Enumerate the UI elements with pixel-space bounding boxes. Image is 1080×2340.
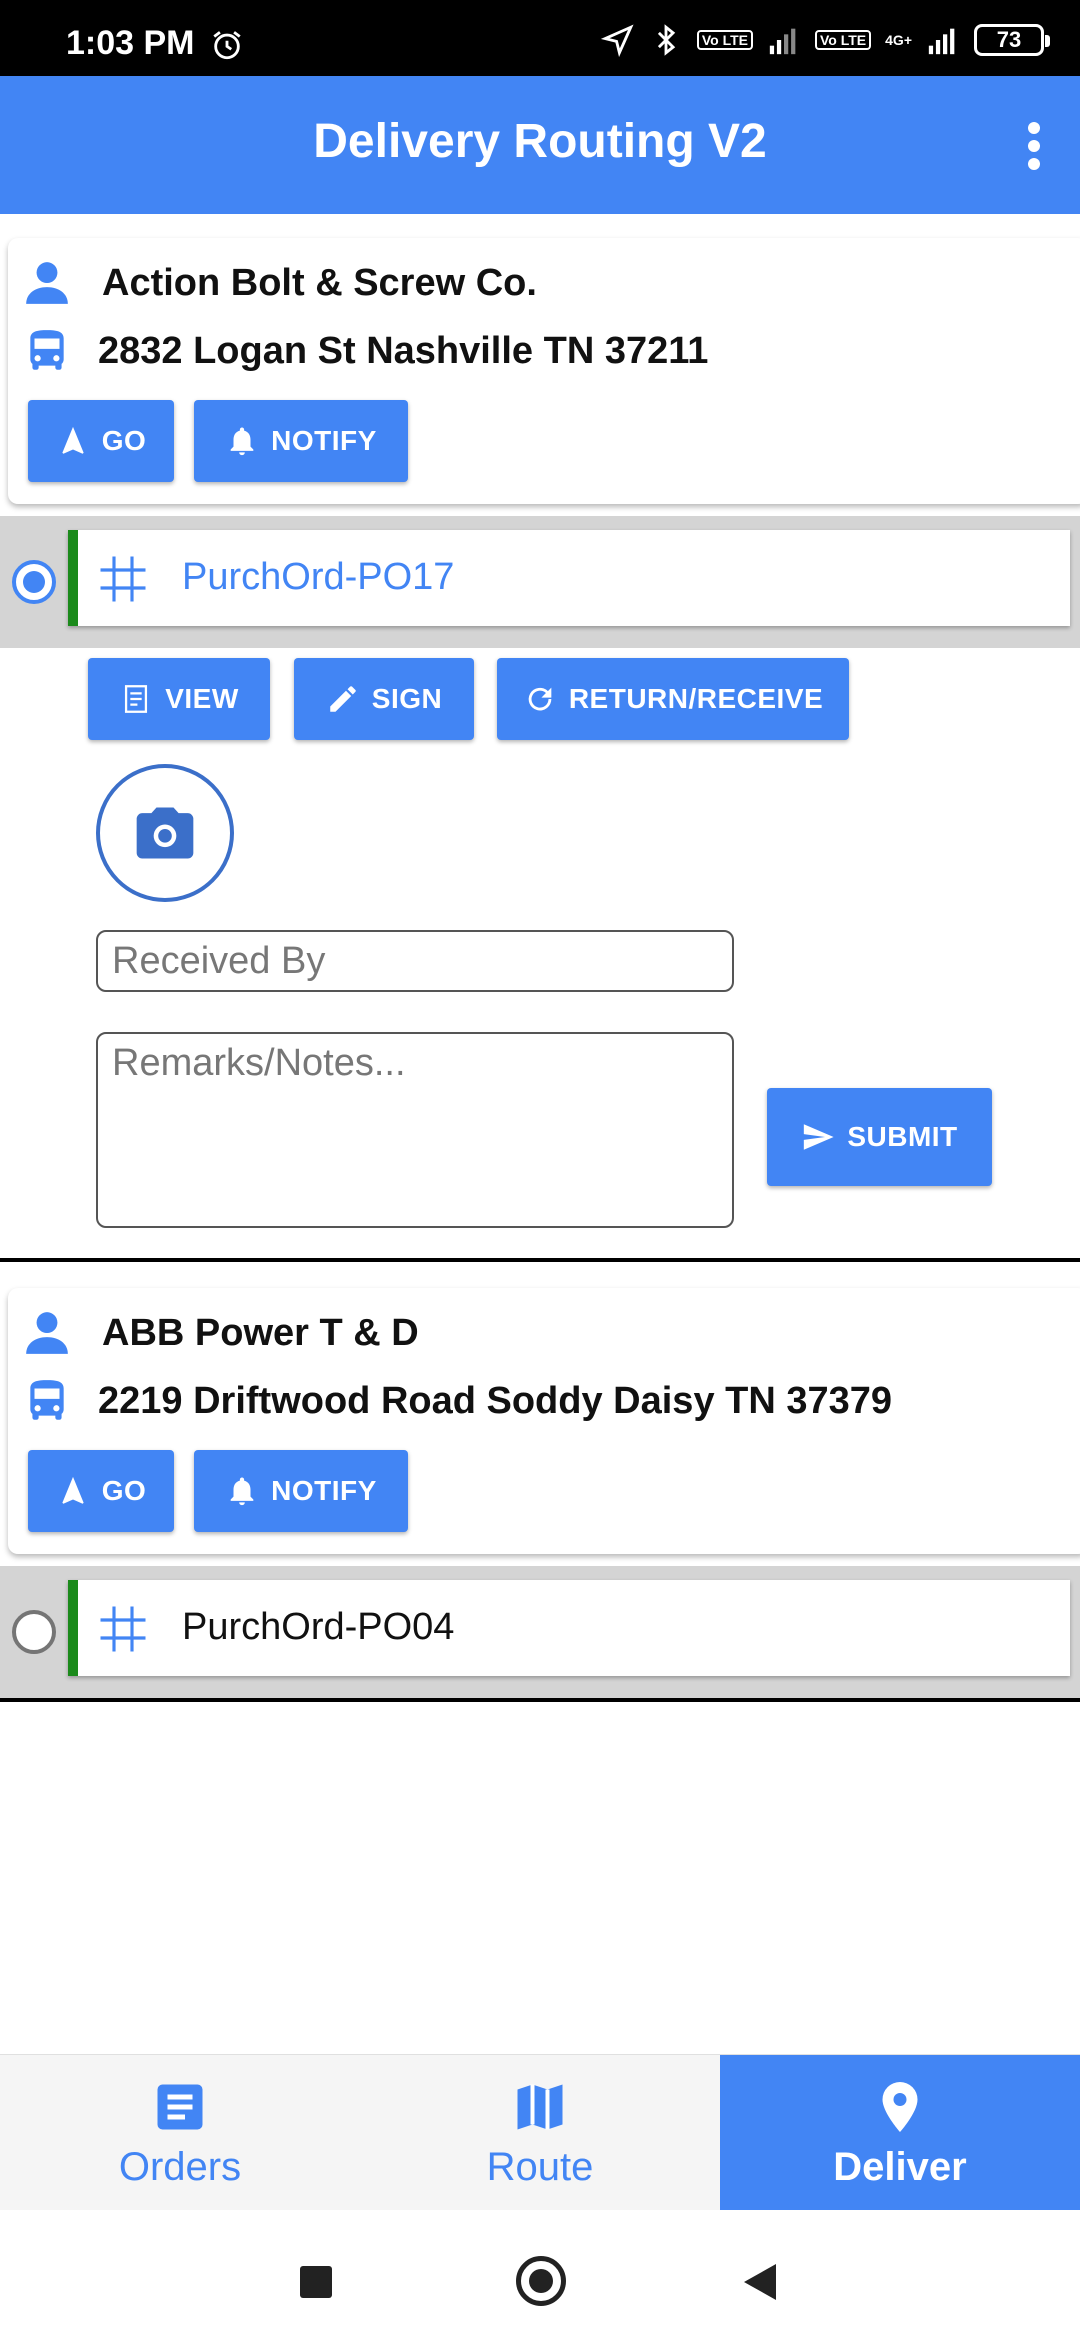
camera-icon bbox=[136, 807, 194, 859]
camera-button[interactable] bbox=[96, 764, 234, 902]
customer-address: 2832 Logan St Nashville TN 37211 bbox=[98, 329, 709, 372]
customer-address: 2219 Driftwood Road Soddy Daisy TN 37379 bbox=[98, 1379, 893, 1422]
person-icon bbox=[26, 1312, 68, 1354]
order-box[interactable]: PurchOrd-PO04 bbox=[68, 1580, 1070, 1676]
order-row[interactable]: PurchOrd-PO17 bbox=[0, 516, 1080, 648]
view-button[interactable]: VIEW bbox=[88, 658, 270, 740]
stop-divider bbox=[0, 1258, 1080, 1262]
return-receive-button[interactable]: RETURN/RECEIVE bbox=[497, 658, 849, 740]
customer-name: ABB Power T & D bbox=[102, 1311, 419, 1354]
map-icon bbox=[517, 2084, 563, 2129]
bus-icon bbox=[30, 1380, 64, 1420]
bluetooth-icon bbox=[657, 24, 676, 56]
system-nav-bar bbox=[0, 2210, 1080, 2340]
overflow-menu-icon[interactable] bbox=[1014, 116, 1054, 176]
send-icon bbox=[804, 1124, 834, 1150]
hash-icon bbox=[100, 1606, 146, 1652]
recents-icon[interactable] bbox=[300, 2266, 332, 2298]
order-box[interactable]: PurchOrd-PO17 bbox=[68, 530, 1070, 626]
refresh-icon bbox=[528, 687, 552, 711]
nav-deliver[interactable]: Deliver bbox=[720, 2055, 1080, 2211]
customer-name: Action Bolt & Screw Co. bbox=[102, 261, 537, 304]
app-bar: Delivery Routing V2 bbox=[0, 76, 1080, 214]
battery-icon: 73 bbox=[974, 24, 1050, 56]
customer-card: ABB Power T & D 2219 Driftwood Road Sodd… bbox=[8, 1288, 1080, 1554]
nav-route[interactable]: Route bbox=[360, 2055, 720, 2211]
received-by-input[interactable]: Received By bbox=[96, 930, 734, 992]
back-icon[interactable] bbox=[744, 2264, 776, 2300]
bus-icon bbox=[30, 330, 64, 370]
order-number: PurchOrd-PO04 bbox=[182, 1606, 455, 1648]
order-radio[interactable] bbox=[12, 1610, 56, 1654]
nav-orders[interactable]: Orders bbox=[0, 2055, 360, 2211]
remarks-textarea[interactable]: Remarks/Notes... bbox=[96, 1032, 734, 1228]
navigation-icon bbox=[62, 426, 84, 454]
app-title: Delivery Routing V2 bbox=[313, 115, 767, 168]
submit-button[interactable]: SUBMIT bbox=[767, 1088, 992, 1186]
customer-card: Action Bolt & Screw Co. 2832 Logan St Na… bbox=[8, 238, 1080, 504]
document-icon bbox=[157, 2084, 203, 2129]
order-row[interactable]: PurchOrd-PO04 bbox=[0, 1566, 1080, 1698]
location-arrow-icon bbox=[600, 24, 634, 57]
notify-button[interactable]: NOTIFY bbox=[194, 400, 408, 482]
navigation-icon bbox=[62, 1476, 84, 1504]
signal-icon bbox=[769, 28, 796, 55]
order-radio[interactable] bbox=[12, 560, 56, 604]
location-pin-icon bbox=[882, 2081, 918, 2132]
sign-button[interactable]: SIGN bbox=[294, 658, 474, 740]
notify-button[interactable]: NOTIFY bbox=[194, 1450, 408, 1532]
stop-divider bbox=[0, 1698, 1080, 1702]
network-type: 4G+ bbox=[885, 32, 912, 48]
status-bar: 1:03 PM Vo LTE Vo LTE 4G+ 73 bbox=[0, 0, 1080, 76]
alarm-icon bbox=[213, 31, 241, 60]
status-time: 1:03 PM bbox=[66, 24, 195, 62]
volte-badge-2: Vo LTE bbox=[814, 30, 872, 50]
bottom-nav: Orders Route Deliver bbox=[0, 2054, 1080, 2211]
order-number: PurchOrd-PO17 bbox=[182, 556, 455, 598]
document-icon bbox=[125, 685, 148, 713]
pencil-icon bbox=[330, 686, 356, 712]
home-icon[interactable] bbox=[516, 2256, 566, 2306]
go-button[interactable]: GO bbox=[28, 400, 174, 482]
bell-icon bbox=[230, 1477, 254, 1506]
status-icons: Vo LTE Vo LTE 4G+ 73 bbox=[600, 22, 1050, 58]
bell-icon bbox=[230, 427, 254, 456]
hash-icon bbox=[100, 556, 146, 602]
person-icon bbox=[26, 262, 68, 304]
go-button[interactable]: GO bbox=[28, 1450, 174, 1532]
signal-icon bbox=[928, 28, 955, 55]
volte-badge-1: Vo LTE bbox=[696, 30, 753, 50]
